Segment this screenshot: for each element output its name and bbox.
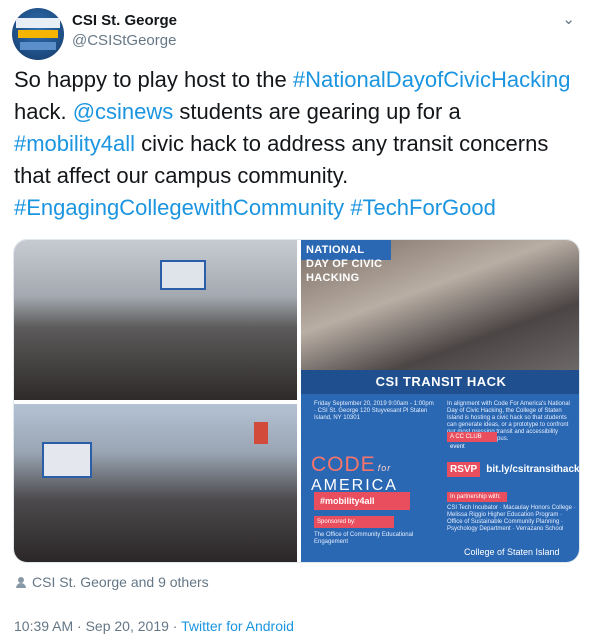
hashtag-link[interactable]: #EngagingCollegewithCommunity — [14, 195, 344, 220]
logo-code: CODE — [311, 453, 376, 476]
projector-screen — [160, 260, 206, 290]
avatar-band-top — [16, 18, 60, 28]
logo-for: for — [377, 463, 392, 473]
poster-title: CSI TRANSIT HACK — [301, 370, 579, 394]
mobility-badge: #mobility4all — [314, 492, 410, 510]
hashtag-link[interactable]: #TechForGood — [350, 195, 496, 220]
tweet-card: CSI St. George @CSIStGeorge ⌄ So happy t… — [0, 0, 591, 641]
media-grid[interactable]: NATIONAL DAY OF CIVIC HACKING CSI TRANSI… — [13, 239, 580, 563]
balloon-decoration — [254, 422, 268, 444]
timestamp: 10:39 AM · Sep 20, 2019 · — [14, 618, 182, 634]
hashtag-link[interactable]: #NationalDayofCivicHacking — [293, 67, 571, 92]
tweet-meta: 10:39 AM · Sep 20, 2019 · Twitter for An… — [14, 618, 294, 634]
event-details: Friday September 20, 2019 9:00am - 1:00p… — [314, 401, 434, 421]
rsvp-line: RSVP bit.ly/csitransithack — [447, 461, 580, 479]
chevron-down-icon[interactable]: ⌄ — [562, 10, 575, 28]
rsvp-link: bit.ly/csitransithack — [486, 464, 580, 475]
sponsored-label: Sponsored by: — [314, 516, 394, 528]
person-icon — [16, 577, 26, 588]
liked-by-text: CSI St. George and 9 others — [32, 574, 209, 590]
partners-list: CSI Tech Incubator · Macaulay Honors Col… — [447, 505, 576, 532]
cc-club-badge: A CC CLUB event — [447, 432, 497, 450]
user-handle[interactable]: @CSIStGeorge — [72, 32, 176, 49]
display-name[interactable]: CSI St. George — [72, 12, 177, 29]
avatar-band-bottom — [20, 42, 56, 50]
tweet-text-segment: hack. — [14, 99, 73, 124]
national-day-title: NATIONAL DAY OF CIVIC HACKING — [301, 240, 391, 284]
photo-classroom-presentation[interactable] — [14, 240, 297, 400]
tweet-text-segment: So happy to play host to the — [14, 67, 293, 92]
mention-link[interactable]: @csinews — [73, 99, 174, 124]
tweet-text-segment: students are gearing up for a — [173, 99, 461, 124]
sponsor-text: The Office of Community Educational Enga… — [314, 532, 414, 545]
source-link[interactable]: Twitter for Android — [181, 618, 294, 634]
avatar-band-middle — [18, 30, 58, 38]
college-name: College of Staten Island — [464, 547, 560, 557]
tweet-text: So happy to play host to the #NationalDa… — [14, 64, 580, 224]
projector-screen — [42, 442, 92, 478]
rsvp-label: RSVP — [447, 462, 481, 477]
photo-audience[interactable] — [14, 404, 297, 562]
avatar[interactable] — [12, 8, 64, 60]
partnership-label: In partnership with: — [447, 492, 507, 502]
liked-by-row[interactable]: CSI St. George and 9 others — [16, 574, 209, 590]
hashtag-link[interactable]: #mobility4all — [14, 131, 135, 156]
code-for-america-logo: CODE for AMERICA — [311, 453, 398, 495]
